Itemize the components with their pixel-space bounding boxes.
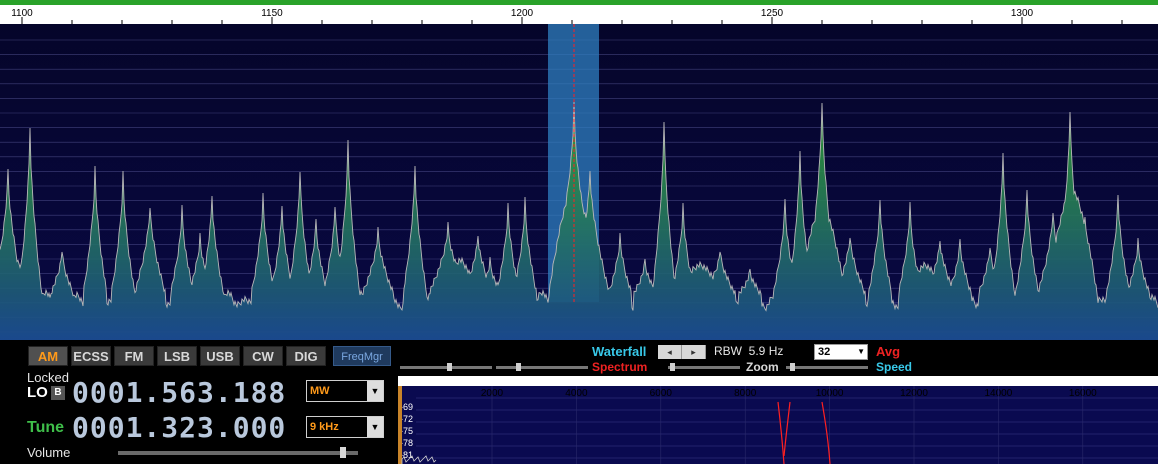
volume-label: Volume (27, 445, 71, 460)
freq-tick-label: 1150 (261, 8, 283, 19)
mode-ecss-button[interactable]: ECSS (71, 346, 111, 366)
freq-tick-label: 1200 (511, 8, 534, 19)
lo-label: LO (27, 384, 48, 401)
lo-locked-label: Locked (27, 370, 69, 385)
avg-label: Avg (876, 344, 901, 359)
rbw-label: RBW 5.9 Hz (714, 344, 783, 358)
slider-thumb[interactable] (447, 363, 452, 371)
mode-dig-button[interactable]: DIG (286, 346, 326, 366)
rbw-label-text: RBW (714, 344, 742, 358)
volume-slider[interactable] (118, 451, 358, 455)
chevron-down-icon: ▼ (367, 417, 383, 437)
top-band (0, 0, 1158, 5)
freq-tick-label: 1100 (11, 8, 33, 19)
zoom-label: Zoom (746, 360, 779, 374)
slider-thumb[interactable] (670, 363, 675, 371)
waterfall-label: Waterfall (592, 344, 647, 359)
waterfall-contrast-slider[interactable] (400, 366, 492, 369)
control-panel: AM ECSS FM LSB USB CW DIG FreqMgr Locked… (0, 340, 1158, 464)
avg-select[interactable]: 32 ▼ (814, 344, 868, 360)
spectrum-display[interactable]: 110011501200125013001350140014501500155 (0, 0, 1158, 340)
waterfall-range-slider[interactable] (496, 366, 588, 369)
zoom-slider[interactable] (786, 366, 868, 369)
freq-tick-label: 1250 (761, 8, 784, 19)
spectrum-range-slider[interactable] (668, 366, 740, 369)
band-select[interactable]: MW ▼ (306, 380, 384, 402)
spectrum-label: Spectrum (592, 360, 648, 374)
spectrum-plot[interactable]: 110011501200125013001350140014501500155 (0, 0, 1158, 340)
lo-frequency-display[interactable]: 0001.563.188 (72, 376, 286, 409)
arrow-left-icon[interactable]: ◂ (658, 345, 682, 359)
waterfall-arrows[interactable]: ◂ ▸ (658, 345, 706, 359)
audio-level-strip (398, 386, 402, 464)
lo-b-button[interactable]: B (51, 386, 65, 400)
slider-thumb[interactable] (790, 363, 795, 371)
frequency-scale (0, 5, 1158, 24)
mode-fm-button[interactable]: FM (114, 346, 154, 366)
arrow-right-icon[interactable]: ▸ (682, 345, 706, 359)
freq-tick-label: 1300 (1011, 8, 1034, 19)
audio-spectrum-plot[interactable]: 2000 4000 6000 8000 10000 12000 14000 16000-69-… (398, 376, 1158, 464)
audio-x-scale (398, 376, 1158, 386)
volume-slider-thumb[interactable] (340, 447, 347, 458)
mode-am-button[interactable]: AM (28, 346, 68, 366)
mode-lsb-button[interactable]: LSB (157, 346, 197, 366)
audio-spectrum-panel[interactable]: 2000 4000 6000 8000 10000 12000 14000 16000 -69-… (398, 376, 1158, 464)
chevron-down-icon: ▼ (857, 347, 865, 356)
chevron-down-icon: ▼ (367, 381, 383, 401)
mode-usb-button[interactable]: USB (200, 346, 240, 366)
tune-frequency-display[interactable]: 0001.323.000 (72, 411, 286, 444)
rbw-value: 5.9 Hz (748, 344, 784, 358)
avg-select-value: 32 (818, 346, 831, 358)
slider-thumb[interactable] (516, 363, 521, 371)
speed-label: Speed (876, 360, 913, 374)
step-select[interactable]: 9 kHz ▼ (306, 416, 384, 438)
mode-cw-button[interactable]: CW (243, 346, 283, 366)
step-select-value: 9 kHz (310, 421, 339, 433)
tune-label: Tune (27, 419, 65, 436)
band-select-value: MW (310, 385, 330, 397)
freqmgr-button[interactable]: FreqMgr (333, 346, 391, 366)
